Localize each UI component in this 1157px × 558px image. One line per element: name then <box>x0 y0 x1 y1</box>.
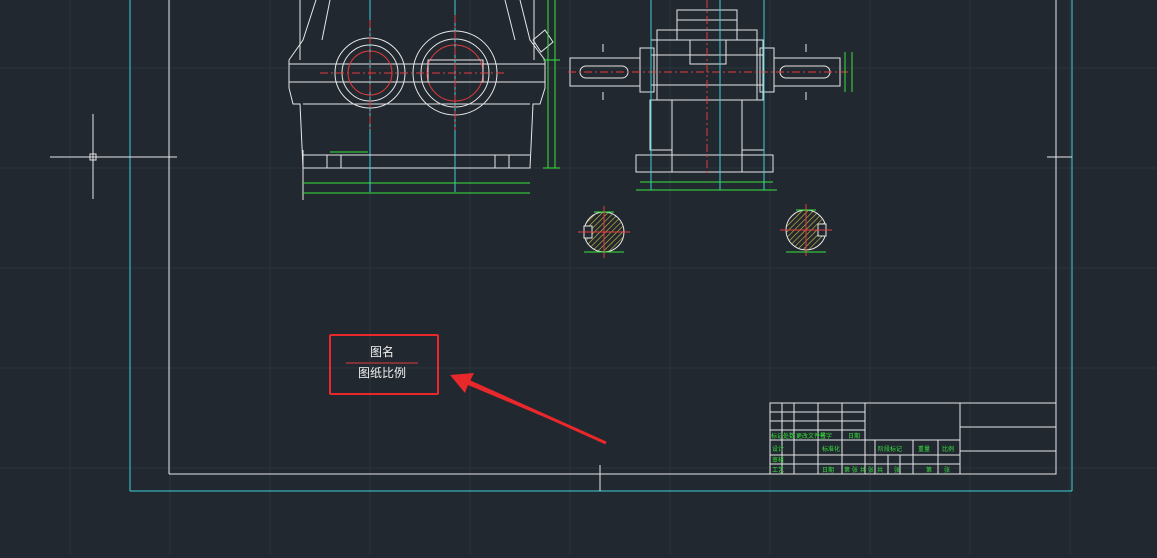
drawing-title-label[interactable]: 图名 <box>346 345 418 359</box>
tb-cell-no: 第 <box>926 466 932 474</box>
section-view-right <box>780 204 832 256</box>
tb-cell-sign: 签字 <box>820 432 832 440</box>
tb-cell-total: 共 <box>877 466 883 474</box>
tb-cell-process: 工艺 <box>772 466 784 474</box>
section-view-left <box>578 206 630 258</box>
gearbox-front-view <box>288 0 560 200</box>
tb-cell-approve-date: 日期 <box>822 466 834 474</box>
tb-cell-mark: 标记 <box>771 432 783 440</box>
tb-cell-zhang1: 张 <box>894 466 900 474</box>
annotation-arrow <box>450 373 607 445</box>
tb-cell-zhang2: 张 <box>944 466 950 474</box>
tb-cell-scale: 比例 <box>942 445 954 453</box>
tb-cell-sheet: 第 张 共 张 <box>844 466 874 474</box>
tb-cell-weight: 重量 <box>918 445 930 453</box>
tb-cell-count: 处数 <box>783 432 795 440</box>
highlight-box <box>329 334 439 395</box>
tb-cell-standard: 标准化 <box>822 445 840 453</box>
tb-cell-stage: 阶段标记 <box>878 445 902 453</box>
tb-cell-review: 审核 <box>772 456 784 464</box>
drawing-canvas[interactable]: 标记 处数 更改文件号 签字 日期 设计 标准化 阶段标记 重量 比例 审核 工… <box>0 0 1157 554</box>
tb-cell-design: 设计 <box>772 445 784 453</box>
background-grid <box>0 0 1157 554</box>
tb-cell-date: 日期 <box>848 432 860 440</box>
crosshair-cursor <box>50 114 136 199</box>
gearbox-side-view <box>568 0 853 191</box>
drawing-scale-label[interactable]: 图纸比例 <box>346 366 418 380</box>
cad-viewport[interactable]: 标记 处数 更改文件号 签字 日期 设计 标准化 阶段标记 重量 比例 审核 工… <box>0 0 1157 554</box>
